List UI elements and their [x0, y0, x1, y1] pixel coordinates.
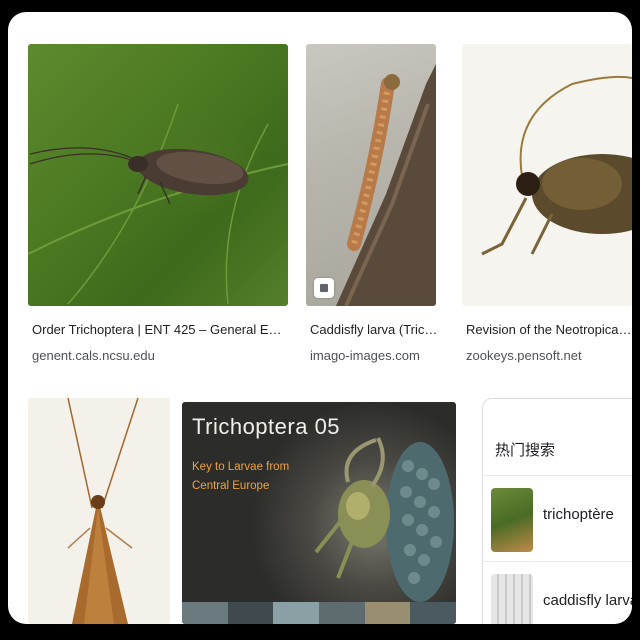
image-result-card[interactable]	[28, 398, 170, 624]
trending-search-label[interactable]: trichoptère	[543, 506, 614, 523]
insect-head-illustration	[481, 75, 632, 256]
result-title[interactable]: Order Trichoptera | ENT 425 – General En…	[32, 322, 286, 337]
result-image-caddisfly-larva[interactable]	[306, 44, 436, 306]
result-title[interactable]: Caddisfly larva (Tricho…	[310, 322, 444, 337]
image-result-card[interactable]: Trichoptera 05 Key to Larvae from Centra…	[182, 402, 456, 624]
result-site: zookeys.pensoft.net	[466, 348, 582, 363]
image-badge-icon	[314, 278, 334, 298]
result-image-moth-on-leaf[interactable]	[28, 44, 288, 306]
trending-search-item[interactable]: caddisfly larvae	[483, 561, 632, 624]
result-site: imago-images.com	[310, 348, 420, 363]
trending-searches-heading: 热门搜索	[495, 442, 556, 459]
result-site: genent.cals.ncsu.edu	[32, 348, 155, 363]
result-image-caddisfly-adult[interactable]	[28, 398, 170, 624]
trending-search-thumbnail	[491, 488, 533, 552]
image-results-frame: Order Trichoptera | ENT 425 – General En…	[8, 12, 632, 624]
image-result-card[interactable]: Revision of the Neotropical cadd zookeys…	[462, 44, 632, 374]
result-image-insect-head[interactable]	[462, 44, 632, 306]
trending-search-label[interactable]: caddisfly larvae	[543, 592, 632, 609]
adult-illustration	[67, 398, 139, 624]
result-title[interactable]: Revision of the Neotropical cadd	[466, 322, 632, 337]
trending-search-item[interactable]: trichoptère	[483, 475, 632, 554]
trending-search-thumbnail	[491, 574, 533, 624]
book-title: Trichoptera 05	[192, 414, 341, 439]
book-thumbnail-strip	[182, 602, 456, 624]
book-subtitle: Key to Larvae from Central Europe	[192, 461, 290, 492]
trending-searches-panel: 热门搜索 trichoptère caddisfly larvae	[482, 398, 632, 624]
image-result-card[interactable]: Order Trichoptera | ENT 425 – General En…	[28, 44, 290, 374]
result-image-trichoptera-book[interactable]: Trichoptera 05 Key to Larvae from Centra…	[182, 402, 456, 624]
image-result-card[interactable]: Caddisfly larva (Tricho… imago-images.co…	[306, 44, 446, 374]
moth-illustration	[28, 103, 288, 305]
larva-illustration	[336, 64, 436, 306]
